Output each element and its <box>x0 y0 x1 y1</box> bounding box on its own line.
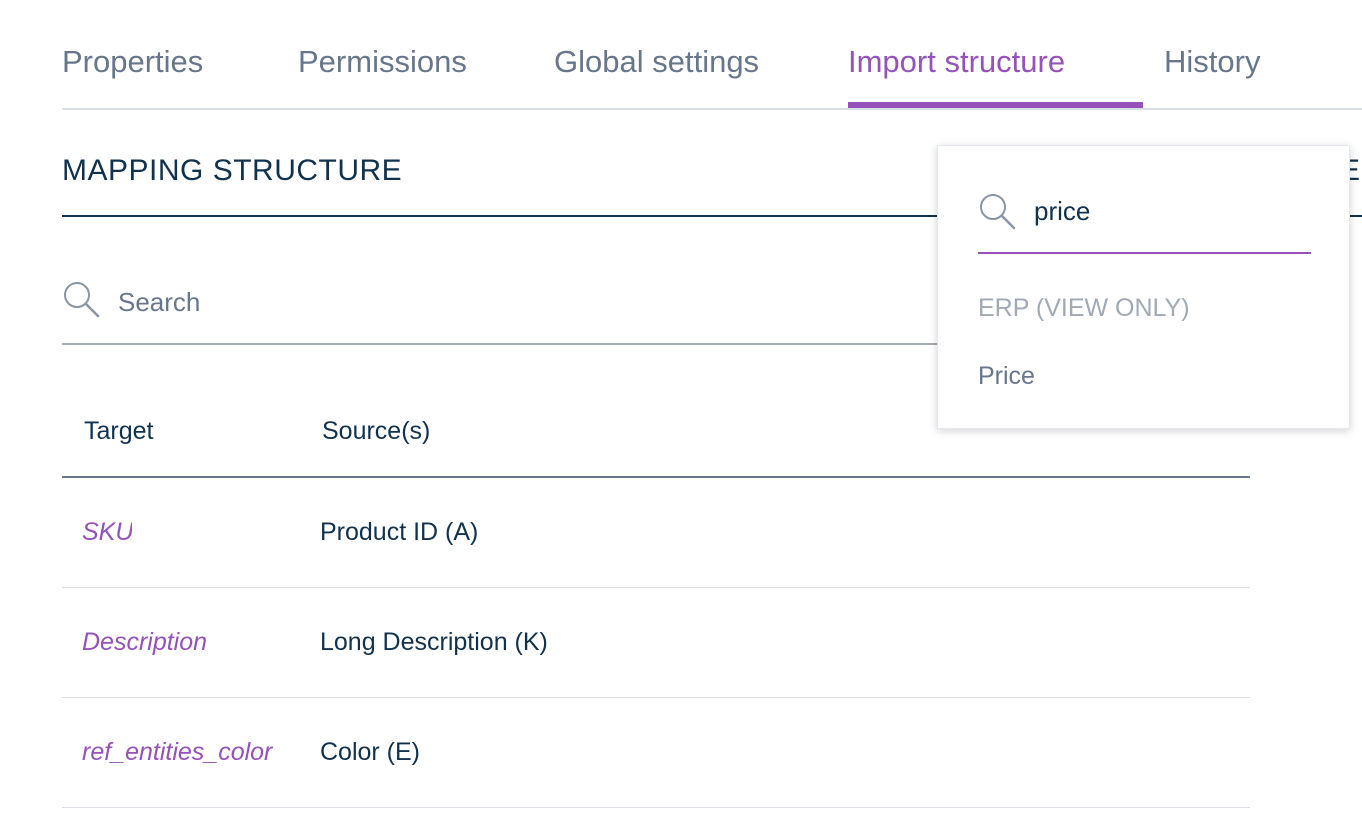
target-attribute-link[interactable]: Description <box>82 628 214 657</box>
tab-history[interactable]: History <box>1164 44 1260 80</box>
search-icon <box>978 192 1018 237</box>
target-attribute-link[interactable]: ref_entities_color <box>82 738 278 767</box>
table-row[interactable]: ref_entities_color Color (E) <box>62 698 1250 808</box>
section-title: MAPPING STRUCTURE <box>62 154 403 187</box>
tab-properties[interactable]: Properties <box>62 44 203 80</box>
active-tab-indicator <box>848 102 1143 108</box>
source-value: Long Description (K) <box>320 628 548 656</box>
tab-import-structure[interactable]: Import structure <box>848 44 1065 80</box>
table-row[interactable]: Description Long Description (K) <box>62 588 1250 698</box>
tab-global-settings[interactable]: Global settings <box>554 44 759 80</box>
page: Properties Permissions Global settings I… <box>0 0 1362 826</box>
tab-permissions[interactable]: Permissions <box>298 44 467 80</box>
source-picker-dropdown: ERP (VIEW ONLY) Price <box>937 145 1350 429</box>
source-value: Color (E) <box>320 738 421 766</box>
search-icon <box>62 280 102 325</box>
column-header-target: Target <box>84 417 154 445</box>
dropdown-search-bar <box>978 186 1311 254</box>
table-row[interactable]: SKU Product ID (A) <box>62 478 1250 588</box>
mapping-table: Target Source(s) SKU Product ID (A) Desc… <box>62 395 1250 808</box>
source-value: Product ID (A) <box>320 518 479 546</box>
search-input[interactable] <box>118 282 918 322</box>
dropdown-option-price[interactable]: Price <box>978 362 1035 391</box>
dropdown-search-input[interactable] <box>1034 192 1304 230</box>
target-attribute-link[interactable]: SKU <box>82 518 132 547</box>
tab-bar: Properties Permissions Global settings I… <box>62 0 1362 110</box>
dropdown-group-label: ERP (VIEW ONLY) <box>978 294 1190 322</box>
column-header-source: Source(s) <box>322 417 431 445</box>
